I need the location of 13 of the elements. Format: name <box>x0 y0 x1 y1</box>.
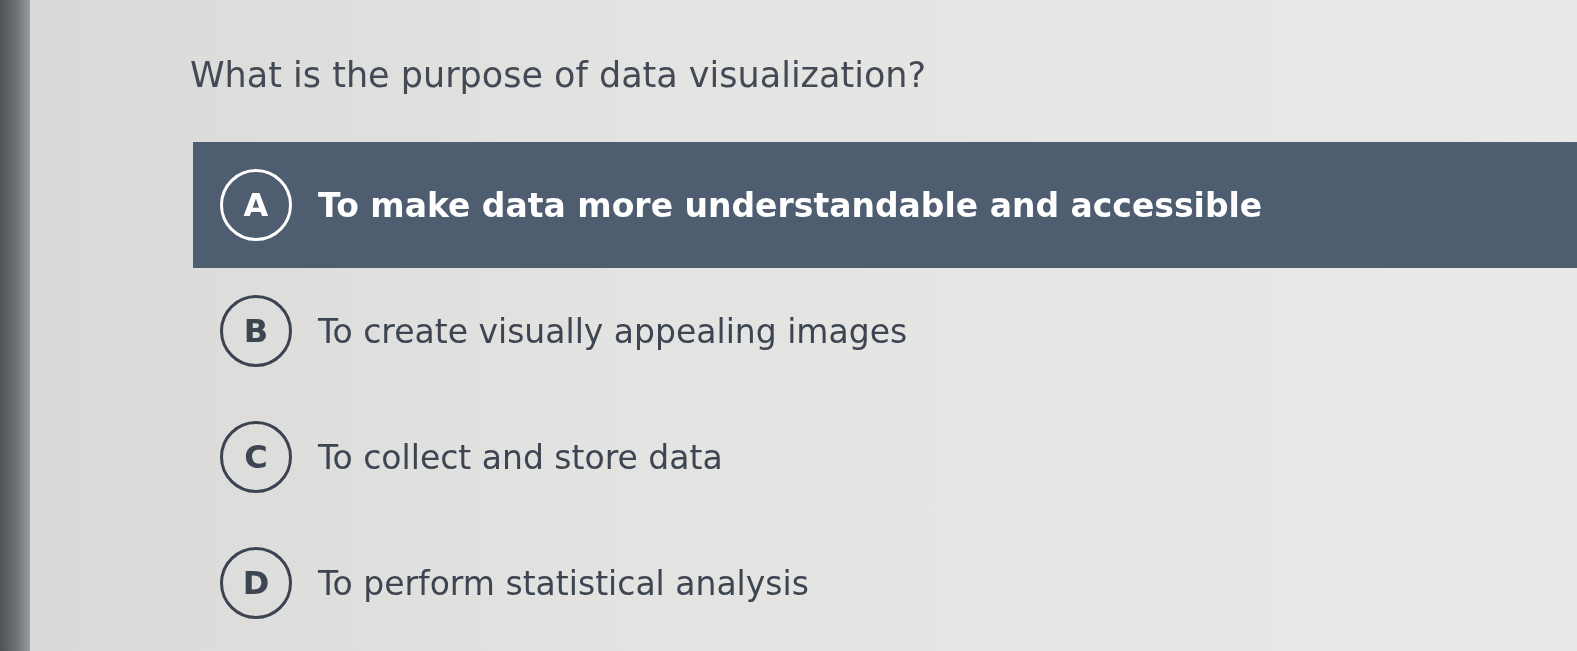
option-text: To perform statistical analysis <box>318 563 809 603</box>
option-letter: B <box>220 295 292 367</box>
answer-option[interactable]: B To create visually appealing images <box>193 268 1577 394</box>
option-letter: D <box>220 547 292 619</box>
question-text: What is the purpose of data visualization? <box>190 54 928 97</box>
option-letter: A <box>220 169 292 241</box>
option-text: To create visually appealing images <box>318 311 908 351</box>
answer-option[interactable]: D To perform statistical analysis <box>193 520 1577 646</box>
option-letter: C <box>220 421 292 493</box>
option-text: To collect and store data <box>318 437 723 477</box>
answer-option[interactable]: C To collect and store data <box>193 394 1577 520</box>
answer-option[interactable]: A To make data more understandable and accessible <box>193 142 1577 268</box>
option-text: To make data more understandable and accessible <box>318 185 1263 225</box>
